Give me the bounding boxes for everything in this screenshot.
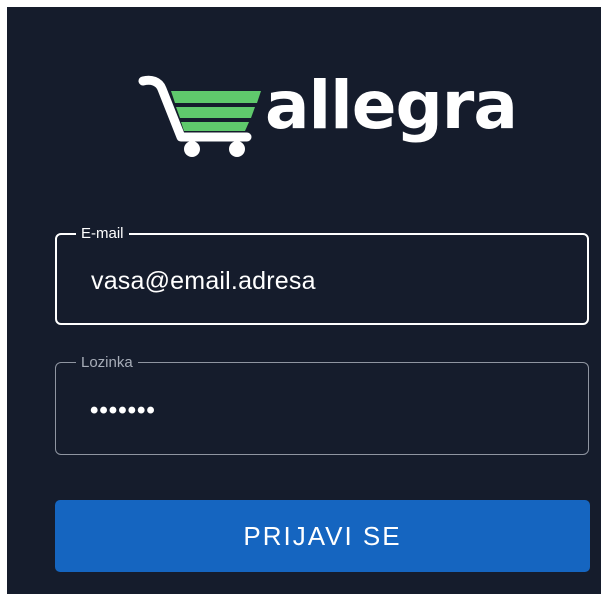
login-panel: allegra E-mail vasa@email.adresa Lozinka… <box>7 7 601 594</box>
password-field[interactable]: Lozinka ••••••• <box>55 353 589 455</box>
brand-name: allegra <box>265 67 518 144</box>
email-field[interactable]: E-mail vasa@email.adresa <box>55 224 589 325</box>
email-label: E-mail <box>76 224 129 244</box>
password-label: Lozinka <box>76 353 138 373</box>
password-input[interactable]: ••••••• <box>90 396 156 426</box>
login-button[interactable]: PRIJAVI SE <box>55 500 590 572</box>
brand-logo: allegra <box>137 69 518 169</box>
email-input[interactable]: vasa@email.adresa <box>91 266 316 296</box>
shopping-cart-icon <box>138 75 261 157</box>
